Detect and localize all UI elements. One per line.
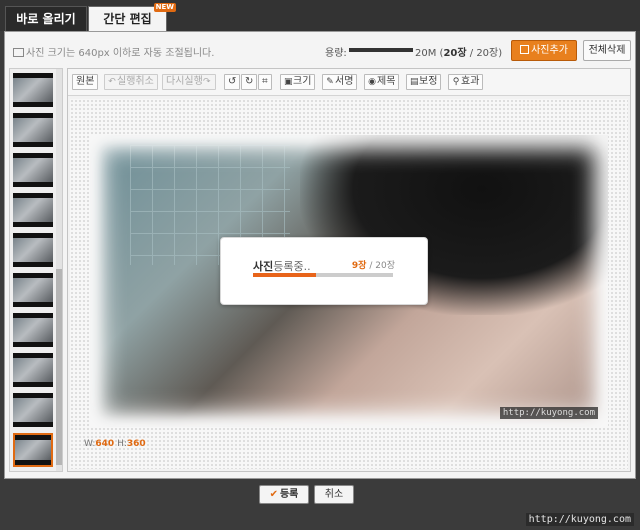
thumbnail-scrollbar[interactable]: [56, 69, 62, 471]
eye-icon: ◉: [368, 77, 376, 87]
magnifier-icon: ⚲: [452, 77, 460, 87]
resize-button[interactable]: ▣크기: [280, 74, 316, 90]
width-label: W:: [84, 439, 96, 449]
signature-button[interactable]: ✎서명: [322, 74, 358, 90]
effect-label: 효과: [461, 76, 480, 87]
progress-separator: /: [369, 261, 373, 271]
redo-label: 다시실행: [166, 76, 203, 87]
image-icon: [13, 48, 24, 57]
add-photo-button[interactable]: 사진추가: [511, 40, 577, 61]
thumbnail[interactable]: [13, 73, 53, 107]
pen-icon: ✎: [326, 77, 334, 87]
width-value: 640: [95, 439, 115, 449]
effect-button[interactable]: ⚲ 효과: [448, 74, 484, 90]
thumbnail[interactable]: [13, 353, 53, 387]
progress-title: 사진등록중..: [253, 258, 311, 274]
progress-bar: [253, 273, 393, 277]
site-watermark: http://kuyong.com: [525, 513, 634, 526]
new-badge: NEW: [153, 3, 176, 12]
capacity-text: 20M (20장 / 20장): [415, 44, 502, 59]
redo-button[interactable]: 다시실행↷: [162, 74, 216, 90]
correct-button[interactable]: ▤보정: [406, 74, 442, 90]
undo-icon: ↶: [108, 77, 116, 87]
thumbnail[interactable]: [13, 233, 53, 267]
thumbnail[interactable]: [13, 273, 53, 307]
edit-toolbar: 원본 ↶실행취소 다시실행↷ ↺ ↻ ⌗ ▣크기 ✎서명 ◉제목 ▤보정 ⚲ 효과: [68, 69, 630, 96]
size-notice: 사진 크기는 640px 이하로 자동 조절됩니다.: [13, 44, 214, 59]
thumbnail[interactable]: [13, 393, 53, 427]
register-button[interactable]: ✔ 등록: [259, 485, 309, 504]
tab-bar: 바로 올리기 간단 편집 NEW: [0, 0, 640, 31]
rotate-left-button[interactable]: ↺: [224, 74, 241, 90]
register-label: 등록: [279, 489, 299, 500]
original-button[interactable]: 원본: [72, 74, 99, 90]
delete-all-button[interactable]: 전체삭제: [583, 40, 631, 61]
resize-label: 크기: [293, 76, 312, 87]
height-label: H:: [117, 439, 127, 449]
title-button[interactable]: ◉제목: [364, 74, 400, 90]
photo-watermark: http://kuyong.com: [499, 407, 598, 419]
check-icon: ✔: [269, 489, 278, 500]
capacity-total: / 20장): [469, 48, 503, 59]
capacity-count: 20장: [443, 48, 467, 59]
progress-bar-fill: [253, 273, 316, 277]
tab-quick-upload[interactable]: 바로 올리기: [5, 6, 87, 31]
correct-label: 보정: [419, 76, 438, 87]
undo-label: 실행취소: [117, 76, 154, 87]
tab-simple-edit[interactable]: 간단 편집 NEW: [88, 3, 176, 31]
thumbnail-strip: [9, 68, 63, 472]
redo-icon: ↷: [203, 77, 211, 87]
capacity-bar-fill: [349, 48, 413, 52]
thumbnail[interactable]: [13, 313, 53, 347]
progress-count: 9장 / 20장: [352, 258, 395, 271]
capacity-used: 20M: [415, 48, 437, 59]
capacity-bar: [349, 48, 413, 52]
monitor-icon: ▤: [410, 77, 419, 87]
thumbnail[interactable]: [13, 153, 53, 187]
signature-label: 서명: [335, 76, 354, 87]
undo-button[interactable]: ↶실행취소: [104, 74, 158, 90]
photo-add-icon: [520, 45, 530, 54]
rotate-right-button[interactable]: ↻: [241, 74, 258, 90]
image-dimensions: W:640 H:360: [84, 439, 146, 449]
progress-title-bold: 사진: [253, 260, 274, 273]
size-notice-text: 사진 크기는 640px 이하로 자동 조절됩니다.: [26, 48, 215, 59]
tab-simple-edit-label: 간단 편집: [103, 12, 152, 26]
scrollbar-thumb[interactable]: [56, 269, 62, 465]
height-value: 360: [126, 439, 146, 449]
cancel-button[interactable]: 취소: [314, 485, 354, 504]
upload-progress-dialog: 사진등록중.. 9장 / 20장: [220, 237, 428, 305]
crop-button[interactable]: ⌗: [258, 74, 272, 90]
thumbnail[interactable]: [13, 193, 53, 227]
title-label: 제목: [377, 76, 396, 87]
thumbnail[interactable]: [13, 113, 53, 147]
resize-icon: ▣: [284, 77, 293, 87]
thumbnail-selected[interactable]: [13, 433, 53, 467]
capacity-label: 용량:: [325, 48, 347, 59]
progress-current: 9장: [351, 261, 367, 271]
add-photo-label: 사진추가: [531, 45, 568, 56]
progress-title-rest: 등록중..: [273, 260, 311, 273]
progress-total: 20장: [375, 261, 395, 271]
